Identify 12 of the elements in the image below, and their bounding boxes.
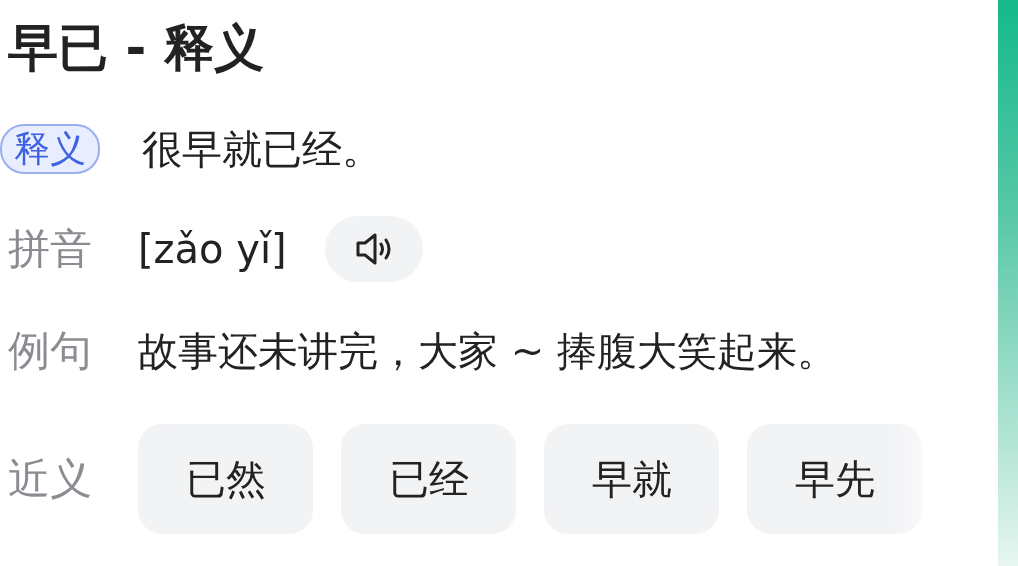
example-label: 例句 — [8, 325, 93, 377]
synonym-chip[interactable]: 已然 — [138, 424, 313, 534]
synonym-chip[interactable]: 早先 — [747, 424, 922, 534]
synonym-chip[interactable]: 已经 — [341, 424, 516, 534]
pinyin-text: [zǎo yǐ] — [138, 226, 287, 272]
synonym-label: 近义 — [8, 453, 93, 505]
definition-text: 很早就已经。 — [142, 124, 382, 174]
example-sentence: 故事还未讲完，大家 ~ 捧腹大笑起来。 — [138, 326, 837, 376]
synonym-chip[interactable]: 早就 — [544, 424, 719, 534]
pinyin-label: 拼音 — [8, 223, 93, 275]
page-title: 早已 - 释义 — [8, 18, 265, 79]
definition-tag: 释义 — [0, 124, 100, 174]
